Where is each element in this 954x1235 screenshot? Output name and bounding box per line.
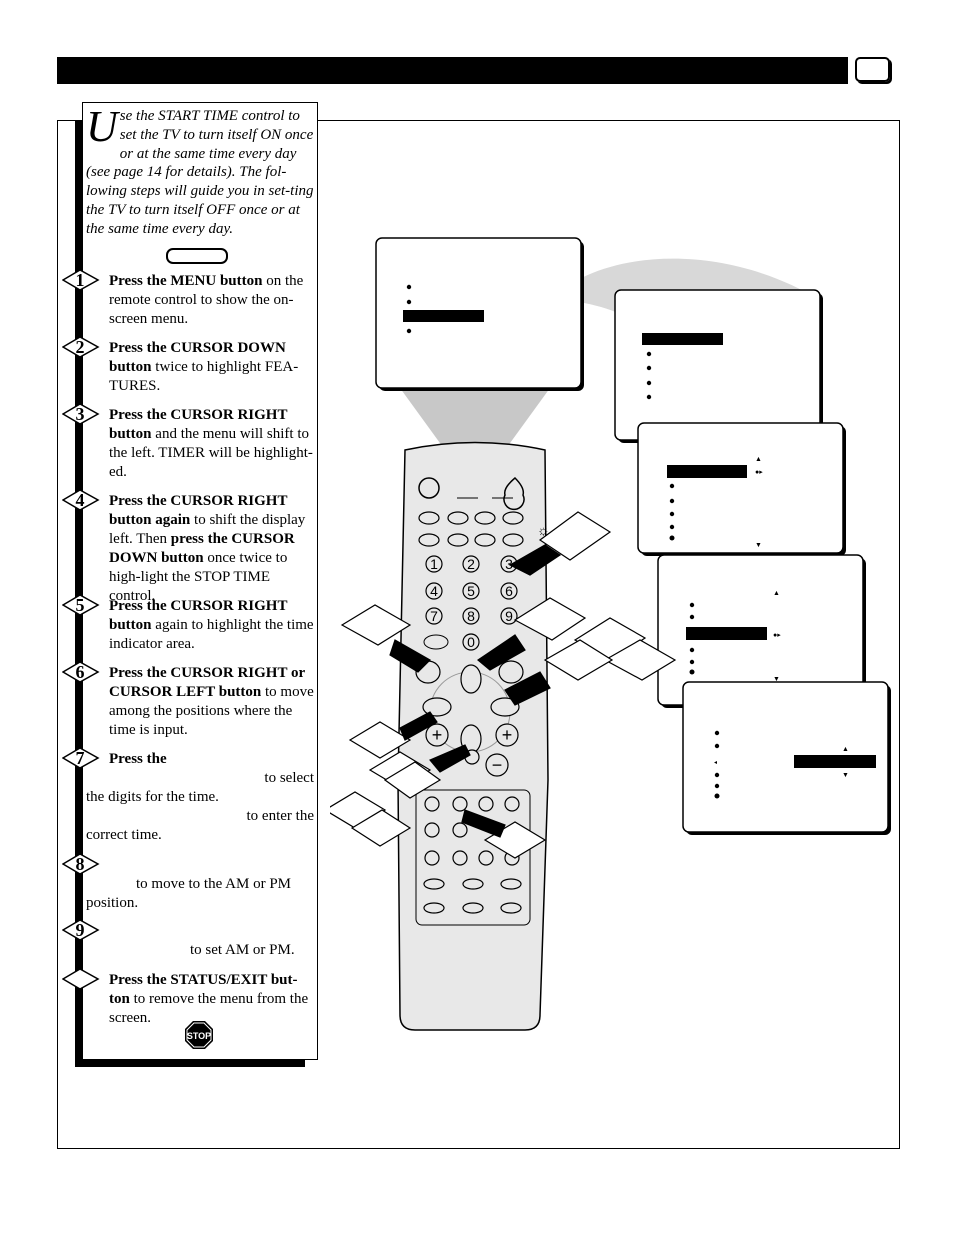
digit-4: 4: [430, 583, 438, 599]
step-9: 9 to set AM or PM.: [61, 919, 314, 960]
step-7: 7 Press the to select the digits for the…: [61, 747, 314, 845]
menu-screen-5: ◂ ▲ ▼: [682, 681, 891, 835]
step-4: 4 Press the CURSOR RIGHT button again to…: [61, 489, 314, 606]
intro-paragraph: Use the START TIME control to set the TV…: [86, 102, 314, 239]
channel-minus-label: −: [492, 755, 503, 775]
svg-text:▼: ▼: [842, 771, 849, 779]
step-number-diamond: 3: [61, 403, 102, 425]
digit-7: 7: [430, 608, 438, 624]
header-bar: [57, 57, 848, 84]
step-number-diamond: 9: [61, 919, 102, 941]
digit-8: 8: [467, 608, 475, 624]
highlight-bar: [667, 465, 747, 478]
svg-text:◂: ◂: [714, 760, 717, 766]
menu-screen-2: [614, 289, 823, 443]
highlight-bar: [642, 333, 723, 345]
menu-button-graphic: [166, 248, 228, 264]
step-number-diamond: 1: [61, 269, 102, 291]
step-3: 3 Press the CURSOR RIGHT button and the …: [61, 403, 314, 482]
step-8: 8 to move to the AM or PM position.: [61, 853, 314, 913]
highlight-bar: [403, 310, 484, 322]
panel-shadow: [75, 1060, 305, 1067]
highlight-bar: [686, 627, 767, 640]
step-number-diamond: [61, 968, 102, 990]
svg-text:▲: ▲: [842, 745, 849, 753]
remote-control: 1 2 3 4 5 6 7 8 9 0 + + −: [397, 441, 549, 1031]
projection-beam: [400, 388, 550, 450]
menu-screen-3: ▲ ●▸ ▼: [637, 422, 846, 556]
step-number-diamond: 5: [61, 594, 102, 616]
step-2: 2 Press the CURSOR DOWN button twice to …: [61, 336, 314, 396]
intro-text: se the START TIME control to set the TV …: [86, 108, 314, 237]
svg-text:●▸: ●▸: [755, 468, 763, 476]
volume-plus-label: +: [432, 725, 443, 745]
svg-text:STOP: STOP: [187, 1031, 211, 1041]
step-number-diamond: 2: [61, 336, 102, 358]
step-number-diamond: 4: [61, 489, 102, 511]
step-number-diamond: 8: [61, 853, 102, 875]
cursor-up-button: [460, 664, 482, 694]
step-6: 6 Press the CURSOR RIGHT or CURSOR LEFT …: [61, 661, 314, 740]
digit-1: 1: [430, 556, 438, 572]
menu-screen-1: [375, 237, 584, 391]
svg-text:▲: ▲: [755, 455, 762, 463]
svg-text:▼: ▼: [755, 541, 762, 549]
channel-plus-label: +: [502, 725, 513, 745]
digit-6: 6: [505, 583, 513, 599]
svg-text:▲: ▲: [773, 589, 780, 597]
stop-sign-icon: STOP: [184, 1020, 214, 1055]
step-1: 1 Press the MENU button on the remote co…: [61, 269, 314, 329]
drop-cap: U: [86, 102, 118, 151]
digit-5: 5: [467, 583, 475, 599]
ir-light-icon: ☼: [537, 524, 550, 539]
remote-and-menus-illustration: ▲ ●▸ ▼ ▲ ●▸ ▼ ◂ ▲ ▼ 1 2 3 4 5 6 7 8 9 0 + + −…: [330, 237, 891, 1031]
digit-0: 0: [467, 634, 475, 650]
step-number-diamond: 6: [61, 661, 102, 683]
step-number-diamond: 7: [61, 747, 102, 769]
step-5: 5 Press the CURSOR RIGHT button again to…: [61, 594, 314, 654]
page-number-box: [855, 57, 890, 82]
digit-9: 9: [505, 608, 513, 624]
power-button: [418, 477, 440, 499]
digit-2: 2: [467, 556, 475, 572]
highlight-bar: [794, 755, 876, 768]
svg-text:●▸: ●▸: [773, 631, 781, 639]
